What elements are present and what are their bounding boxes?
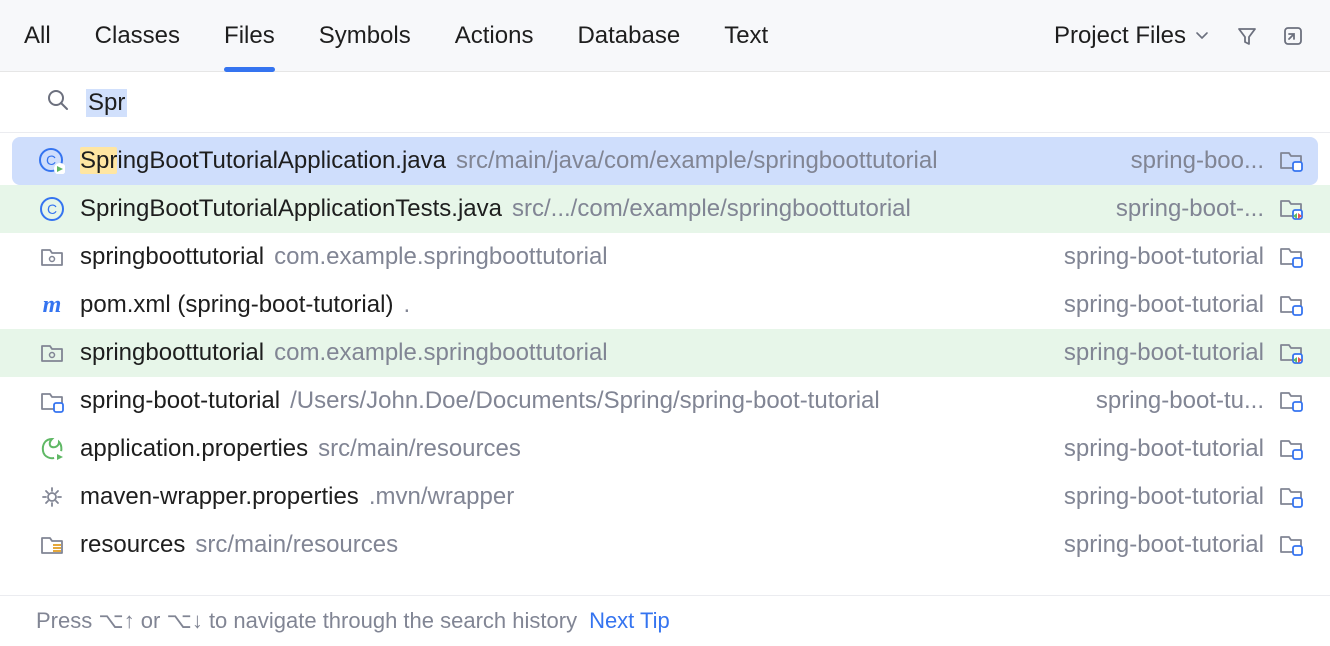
- result-name: maven-wrapper.properties: [80, 483, 359, 511]
- svg-text:C: C: [46, 152, 56, 168]
- module-icon: [38, 387, 66, 415]
- result-row[interactable]: application.properties src/main/resources…: [0, 425, 1330, 473]
- maven-icon: m: [38, 291, 66, 319]
- result-module: spring-boot-tu...: [1096, 387, 1264, 415]
- filter-icon[interactable]: [1234, 23, 1260, 49]
- result-module: spring-boot-tutorial: [1064, 339, 1264, 367]
- java-class-run-icon: C: [38, 147, 66, 175]
- search-input-row: Spr: [0, 72, 1330, 133]
- result-path: com.example.springboottutorial: [274, 243, 608, 271]
- result-path: com.example.springboottutorial: [274, 339, 608, 367]
- result-path: src/main/resources: [318, 435, 521, 463]
- tab-classes[interactable]: Classes: [95, 0, 180, 71]
- result-module: spring-boot-...: [1116, 195, 1264, 223]
- module-test-icon: [1278, 339, 1306, 367]
- result-module: spring-boot-tutorial: [1064, 243, 1264, 271]
- result-name: pom.xml (spring-boot-tutorial): [80, 291, 393, 319]
- pin-icon[interactable]: [1280, 23, 1306, 49]
- result-name: SpringBootTutorialApplicationTests.java: [80, 195, 502, 223]
- module-icon: [1278, 387, 1306, 415]
- result-name: SpringBootTutorialApplication.java: [80, 147, 446, 175]
- result-module: spring-boot-tutorial: [1064, 483, 1264, 511]
- search-header: All Classes Files Symbols Actions Databa…: [0, 0, 1330, 72]
- footer-hint: Press ⌥↑ or ⌥↓ to navigate through the s…: [0, 595, 1330, 646]
- module-test-icon: [1278, 195, 1306, 223]
- result-row[interactable]: springboottutorial com.example.springboot…: [0, 329, 1330, 377]
- module-icon: [1278, 147, 1306, 175]
- result-name: application.properties: [80, 435, 308, 463]
- result-module: spring-boot-tutorial: [1064, 291, 1264, 319]
- result-module: spring-boo...: [1131, 147, 1264, 175]
- module-icon: [1278, 291, 1306, 319]
- tab-database[interactable]: Database: [577, 0, 680, 71]
- header-actions: [1234, 23, 1306, 49]
- result-main: application.properties src/main/resources: [80, 435, 1038, 463]
- java-class-icon: C: [38, 195, 66, 223]
- next-tip-link[interactable]: Next Tip: [589, 608, 670, 634]
- result-main: SpringBootTutorialApplication.java src/ma…: [80, 147, 1105, 175]
- result-main: spring-boot-tutorial/Users/John.Doe/Docu…: [80, 387, 1070, 415]
- result-module: spring-boot-tutorial: [1064, 435, 1264, 463]
- result-path: /Users/John.Doe/Documents/Spring/spring-…: [290, 387, 880, 415]
- tab-all[interactable]: All: [24, 0, 51, 71]
- result-main: resources src/main/resources: [80, 531, 1038, 559]
- result-main: maven-wrapper.properties .mvn/wrapper: [80, 483, 1038, 511]
- package-icon: [38, 243, 66, 271]
- result-name: spring-boot-tutorial: [80, 387, 280, 415]
- result-main: pom.xml (spring-boot-tutorial).: [80, 291, 1038, 319]
- tab-text[interactable]: Text: [724, 0, 768, 71]
- result-row[interactable]: m pom.xml (spring-boot-tutorial). spring-b…: [0, 281, 1330, 329]
- result-path: src/.../com/example/springboottutorial: [512, 195, 911, 223]
- result-module: spring-boot-tutorial: [1064, 531, 1264, 559]
- result-row[interactable]: resources src/main/resources spring-boot-t…: [0, 521, 1330, 569]
- spring-properties-icon: [38, 435, 66, 463]
- chevron-down-icon: [1194, 22, 1210, 50]
- search-icon: [46, 88, 70, 118]
- resources-folder-icon: [38, 531, 66, 559]
- gear-icon: [38, 483, 66, 511]
- result-path: .mvn/wrapper: [369, 483, 514, 511]
- result-path: src/main/java/com/example/springboottuto…: [456, 147, 938, 175]
- svg-text:C: C: [47, 201, 57, 217]
- navigation-hint: Press ⌥↑ or ⌥↓ to navigate through the s…: [36, 608, 577, 634]
- tab-files[interactable]: Files: [224, 0, 275, 71]
- result-path: src/main/resources: [195, 531, 398, 559]
- tab-bar: All Classes Files Symbols Actions Databa…: [24, 0, 1054, 71]
- result-row[interactable]: C SpringBootTutorialApplicationTests.java…: [0, 185, 1330, 233]
- result-row[interactable]: springboottutorial com.example.springboot…: [0, 233, 1330, 281]
- result-row[interactable]: spring-boot-tutorial/Users/John.Doe/Docu…: [0, 377, 1330, 425]
- package-icon: [38, 339, 66, 367]
- tab-symbols[interactable]: Symbols: [319, 0, 411, 71]
- result-main: SpringBootTutorialApplicationTests.java s…: [80, 195, 1090, 223]
- result-main: springboottutorial com.example.springboot…: [80, 339, 1038, 367]
- module-icon: [1278, 435, 1306, 463]
- scope-dropdown[interactable]: Project Files: [1054, 22, 1210, 50]
- module-icon: [1278, 483, 1306, 511]
- result-main: springboottutorial com.example.springboot…: [80, 243, 1038, 271]
- tab-actions[interactable]: Actions: [455, 0, 534, 71]
- module-icon: [1278, 243, 1306, 271]
- result-path: .: [403, 291, 410, 319]
- module-icon: [1278, 531, 1306, 559]
- result-row[interactable]: C SpringBootTutorialApplication.java src/m…: [12, 137, 1318, 185]
- result-name: resources: [80, 531, 185, 559]
- results-list: C SpringBootTutorialApplication.java src/m…: [0, 133, 1330, 569]
- search-input[interactable]: Spr: [86, 89, 127, 117]
- result-row[interactable]: maven-wrapper.properties .mvn/wrapper spri…: [0, 473, 1330, 521]
- result-name: springboottutorial: [80, 339, 264, 367]
- result-name: springboottutorial: [80, 243, 264, 271]
